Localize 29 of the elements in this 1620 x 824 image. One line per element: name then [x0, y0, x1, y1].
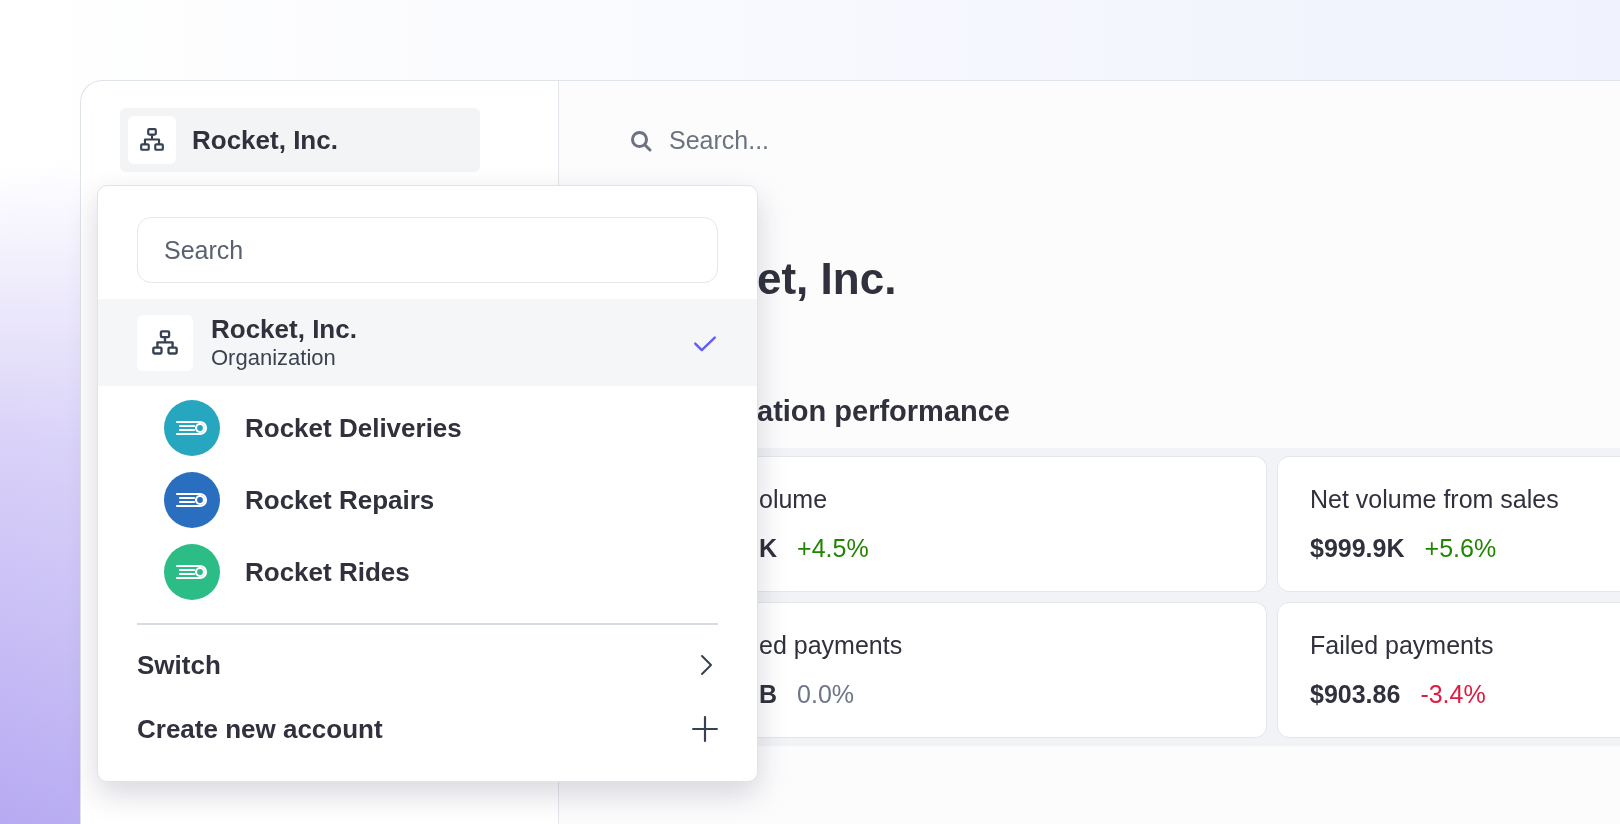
account-type: Organization	[211, 345, 337, 371]
org-chart-icon	[151, 328, 179, 357]
metric-value: B	[759, 680, 778, 709]
page-title: et, Inc.	[757, 257, 898, 301]
metric-change: 0.0%	[797, 680, 855, 709]
metric-label: olume	[759, 485, 829, 514]
account-item[interactable]: Rocket Deliveries	[98, 392, 757, 464]
account-name: Rocket, Inc.	[211, 314, 358, 345]
metric-value: $903.86	[1310, 680, 1401, 709]
account-item[interactable]: Rocket Rides	[98, 536, 757, 608]
switch-item[interactable]: Switch	[137, 633, 718, 697]
metric-label: Failed payments	[1310, 631, 1495, 660]
search-field[interactable]: Search	[137, 217, 718, 283]
metric-change: +4.5%	[797, 534, 869, 563]
create-account-item[interactable]: Create new account	[137, 697, 718, 761]
plus-icon	[692, 716, 718, 742]
metric-change: +5.6%	[1424, 534, 1497, 563]
account-switcher-button[interactable]: Rocket, Inc.	[120, 108, 480, 172]
org-chart-icon	[139, 127, 165, 153]
metric-value: K	[759, 534, 778, 563]
metric-value: $999.9K	[1310, 534, 1405, 563]
metric-change: -3.4%	[1420, 680, 1486, 709]
search-icon	[629, 128, 653, 153]
account-item[interactable]: Rocket Repairs	[98, 464, 757, 536]
metric-label: Net volume from sales	[1310, 485, 1560, 514]
account-item[interactable]: Rocket, Inc. Organization	[98, 299, 757, 386]
metric-label: ed payments	[759, 631, 904, 660]
section-title: ation performance	[757, 397, 1011, 426]
search-field[interactable]: Search...	[667, 125, 971, 156]
